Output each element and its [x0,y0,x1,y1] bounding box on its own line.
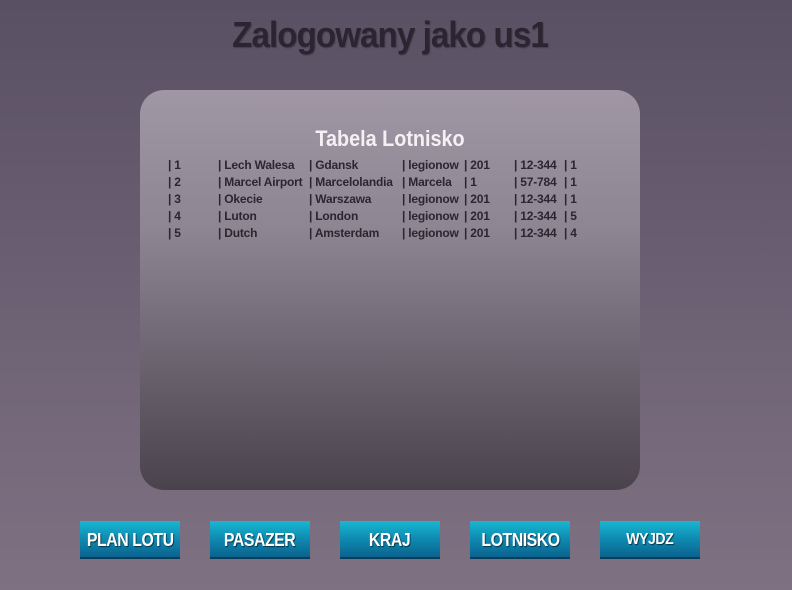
cell-city: | London [309,209,359,223]
cell-city: | Gdansk [309,158,359,172]
pasazer-label: PASAZER [224,529,296,550]
cell-id: | 2 [168,175,181,189]
cell-street: | Marcela [402,175,452,189]
cell-street: | legionow [402,158,459,172]
wyjdz-button[interactable]: WYJDZ [600,521,700,559]
cell-city: | Marcelolandia [309,175,393,189]
cell-country-id: | 4 [564,226,577,240]
cell-city: | Warszawa [309,192,372,206]
cell-street: | legionow [402,209,459,223]
cell-number: | 201 [464,158,490,172]
airport-table: | 1 | Lech Walesa | Gdansk | legionow | … [168,157,628,242]
cell-postal-code: | 12-344 [514,192,557,206]
table-row: | 2 | Marcel Airport | Marcelolandia | M… [168,174,628,191]
cell-country-id: | 1 [564,158,577,172]
cell-id: | 1 [168,158,181,172]
lotnisko-label: LOTNISKO [480,529,560,550]
table-title: Tabela Lotnisko [315,126,465,151]
cell-country-id: | 1 [564,175,577,189]
cell-number: | 1 [464,175,477,189]
cell-country-id: | 5 [564,209,577,223]
cell-name: | Marcel Airport [218,175,303,189]
cell-id: | 4 [168,209,181,223]
cell-number: | 201 [464,226,490,240]
table-row: | 4 | Luton | London | legionow | 201 | … [168,208,628,225]
cell-name: | Lech Walesa [218,158,295,172]
cell-street: | legionow [402,226,459,240]
table-row: | 3 | Okecie | Warszawa | legionow | 201… [168,191,628,208]
lotnisko-button[interactable]: LOTNISKO [470,521,570,559]
bottom-navigation: PLAN LOTU PASAZER KRAJ LOTNISKO WYJDZ [0,521,792,559]
page-title: Zalogowany jako us1 [232,14,549,55]
table-row: | 5 | Dutch | Amsterdam | legionow | 201… [168,225,628,242]
kraj-label: KRAJ [369,529,411,550]
plan-lotu-button[interactable]: PLAN LOTU [80,521,180,559]
plan-lotu-label: PLAN LOTU [86,529,174,550]
cell-postal-code: | 12-344 [514,209,557,223]
cell-postal-code: | 12-344 [514,158,557,172]
cell-name: | Dutch [218,226,258,240]
cell-street: | legionow [402,192,459,206]
pasazer-button[interactable]: PASAZER [210,521,310,559]
cell-name: | Okecie [218,192,263,206]
cell-id: | 5 [168,226,181,240]
cell-postal-code: | 57-784 [514,175,557,189]
kraj-button[interactable]: KRAJ [340,521,440,559]
cell-city: | Amsterdam [309,226,380,240]
cell-country-id: | 1 [564,192,577,206]
cell-postal-code: | 12-344 [514,226,557,240]
cell-number: | 201 [464,209,490,223]
table-panel: Tabela Lotnisko | 1 | Lech Walesa | Gdan… [140,90,640,490]
cell-number: | 201 [464,192,490,206]
wyjdz-label: WYJDZ [626,531,674,548]
cell-id: | 3 [168,192,181,206]
table-row: | 1 | Lech Walesa | Gdansk | legionow | … [168,157,628,174]
cell-name: | Luton [218,209,257,223]
